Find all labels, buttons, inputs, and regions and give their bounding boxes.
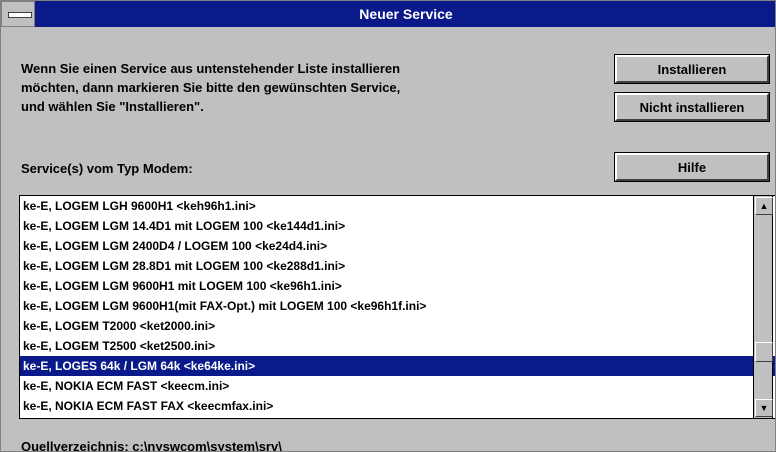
install-button-label: Installieren: [657, 61, 727, 77]
service-list-item[interactable]: ke-E, LOGEM LGM 9600H1(mit FAX-Opt.) mit…: [20, 296, 775, 316]
service-list-item[interactable]: ke-E, LOGEM T2000 <ket2000.ini>: [20, 316, 775, 336]
dont-install-button[interactable]: Nicht installieren: [614, 92, 770, 122]
instruction-line: und wählen Sie "Installieren".: [21, 99, 204, 114]
install-button[interactable]: Installieren: [614, 54, 770, 84]
instruction-text: Wenn Sie einen Service aus untenstehende…: [21, 59, 581, 116]
window-title: Neuer Service: [359, 6, 453, 22]
scroll-up-arrow-icon[interactable]: ▲: [755, 197, 773, 215]
source-directory: Quellverzeichnis: c:\nyswcom\system\srv\: [21, 439, 282, 452]
vertical-scrollbar[interactable]: ▲ ▼: [753, 195, 773, 419]
scroll-thumb[interactable]: [755, 342, 773, 362]
help-button[interactable]: Hilfe: [614, 152, 770, 182]
service-list-item[interactable]: ke-E, LOGEM LGM 2400D4 / LOGEM 100 <ke24…: [20, 236, 775, 256]
service-list-item[interactable]: ke-E, LOGES 64k / LGM 64k <ke64ke.ini>: [20, 356, 775, 376]
instruction-line: möchten, dann markieren Sie bitte den ge…: [21, 80, 401, 95]
service-list-item[interactable]: ke-E, LOGEM LGM 28.8D1 mit LOGEM 100 <ke…: [20, 256, 775, 276]
service-list-item[interactable]: ke-E, NOKIA ECM FAST <keecm.ini>: [20, 376, 775, 396]
service-list: ke-E, LOGEM LGH 9600H1 <keh96h1.ini> ke-E…: [20, 196, 775, 416]
dialog-window: Neuer Service Wenn Sie einen Service aus…: [0, 0, 776, 452]
scroll-down-arrow-icon[interactable]: ▼: [755, 399, 773, 417]
title-bar[interactable]: Neuer Service: [1, 1, 775, 27]
system-menu-button[interactable]: [1, 1, 35, 27]
instruction-line: Wenn Sie einen Service aus untenstehende…: [21, 61, 401, 76]
help-button-label: Hilfe: [677, 159, 707, 175]
service-list-item[interactable]: ke-E, LOGEM T2500 <ket2500.ini>: [20, 336, 775, 356]
service-list-item[interactable]: ke-E, LOGEM LGH 9600H1 <keh96h1.ini>: [20, 196, 775, 216]
service-listbox[interactable]: ke-E, LOGEM LGH 9600H1 <keh96h1.ini> ke-E…: [19, 195, 775, 419]
service-list-item[interactable]: ke-E, NOKIA ECM FAST FAX <keecmfax.ini>: [20, 396, 775, 416]
dont-install-button-label: Nicht installieren: [639, 99, 745, 115]
system-menu-icon: [8, 12, 32, 18]
service-list-label: Service(s) vom Typ Modem:: [21, 161, 193, 176]
service-list-item[interactable]: ke-E, LOGEM LGM 14.4D1 mit LOGEM 100 <ke…: [20, 216, 775, 236]
service-list-item[interactable]: ke-E, LOGEM LGM 9600H1 mit LOGEM 100 <ke…: [20, 276, 775, 296]
